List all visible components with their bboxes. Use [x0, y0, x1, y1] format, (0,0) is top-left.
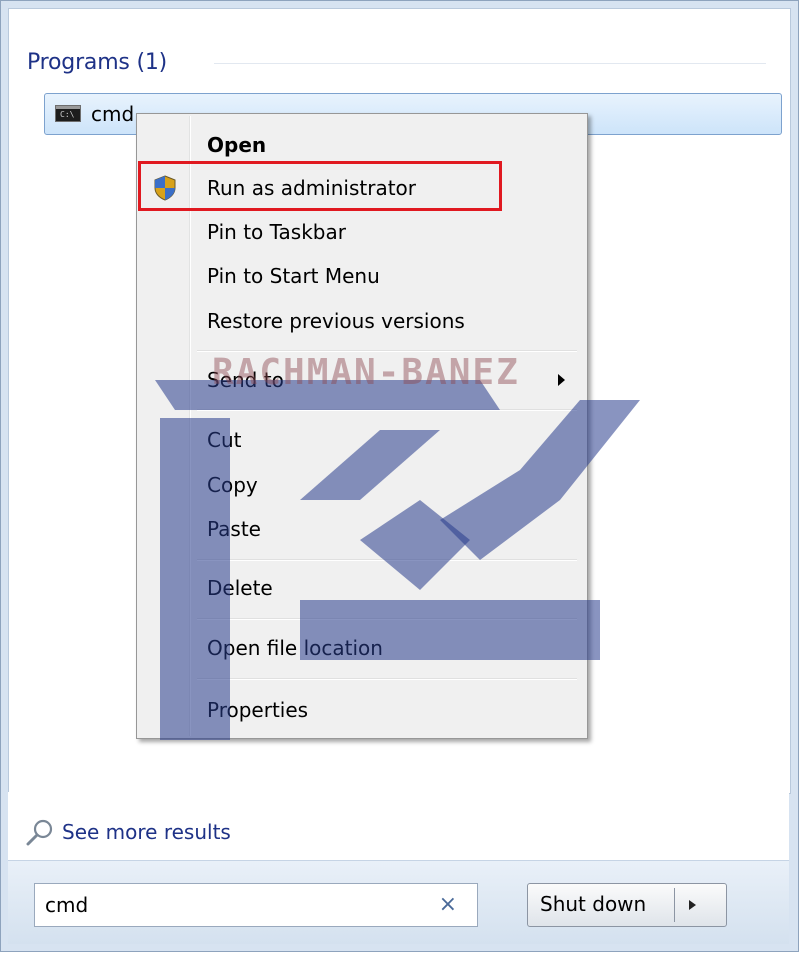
menu-item-label: Paste	[207, 517, 261, 541]
see-more-results-label: See more results	[62, 820, 231, 844]
programs-heading: Programs (1)	[27, 49, 168, 75]
command-prompt-icon: C:\	[55, 105, 81, 122]
menu-item-label: Properties	[207, 698, 309, 722]
search-input[interactable]: cmd ×	[34, 883, 478, 927]
shut-down-label: Shut down	[540, 892, 647, 916]
highlight-box	[138, 161, 502, 211]
shut-down-options-arrow-icon[interactable]	[689, 900, 696, 910]
result-item-label: cmd	[91, 102, 135, 126]
menu-separator	[197, 559, 577, 561]
see-more-results-link[interactable]: See more results	[24, 818, 231, 846]
menu-item-cut[interactable]: Cut	[137, 420, 585, 460]
menu-separator	[197, 409, 577, 411]
menu-item-label: Cut	[207, 428, 242, 452]
menu-item-label: Open file location	[207, 636, 383, 660]
submenu-arrow-icon	[558, 374, 565, 386]
menu-item-copy[interactable]: Copy	[137, 465, 585, 505]
menu-item-pin-to-start-menu[interactable]: Pin to Start Menu	[137, 256, 585, 296]
menu-item-restore-previous-versions[interactable]: Restore previous versions	[137, 301, 585, 341]
menu-item-open[interactable]: Open	[137, 125, 585, 165]
menu-item-delete[interactable]: Delete	[137, 568, 585, 608]
clear-search-icon[interactable]: ×	[439, 892, 457, 917]
search-icon	[26, 819, 53, 846]
menu-separator	[197, 678, 577, 680]
shut-down-button[interactable]: Shut down	[527, 883, 727, 927]
search-input-value: cmd	[45, 893, 89, 917]
menu-item-open-file-location[interactable]: Open file location	[137, 628, 585, 668]
menu-item-label: Send to	[207, 368, 284, 392]
menu-item-label: Open	[207, 133, 267, 157]
section-divider	[214, 63, 766, 64]
menu-separator	[197, 618, 577, 620]
shut-down-divider	[674, 888, 675, 922]
menu-item-label: Pin to Taskbar	[207, 220, 346, 244]
menu-item-label: Restore previous versions	[207, 309, 465, 333]
programs-section-header: Programs (1)	[27, 46, 167, 78]
menu-item-label: Pin to Start Menu	[207, 264, 380, 288]
menu-item-properties[interactable]: Properties	[137, 690, 585, 730]
menu-separator	[197, 350, 577, 352]
menu-item-label: Copy	[207, 473, 258, 497]
menu-item-label: Delete	[207, 576, 273, 600]
menu-item-pin-to-taskbar[interactable]: Pin to Taskbar	[137, 212, 585, 252]
menu-item-send-to[interactable]: Send to	[137, 360, 585, 400]
cmd-icon-glyph: C:\	[60, 110, 75, 119]
menu-item-paste[interactable]: Paste	[137, 509, 585, 549]
